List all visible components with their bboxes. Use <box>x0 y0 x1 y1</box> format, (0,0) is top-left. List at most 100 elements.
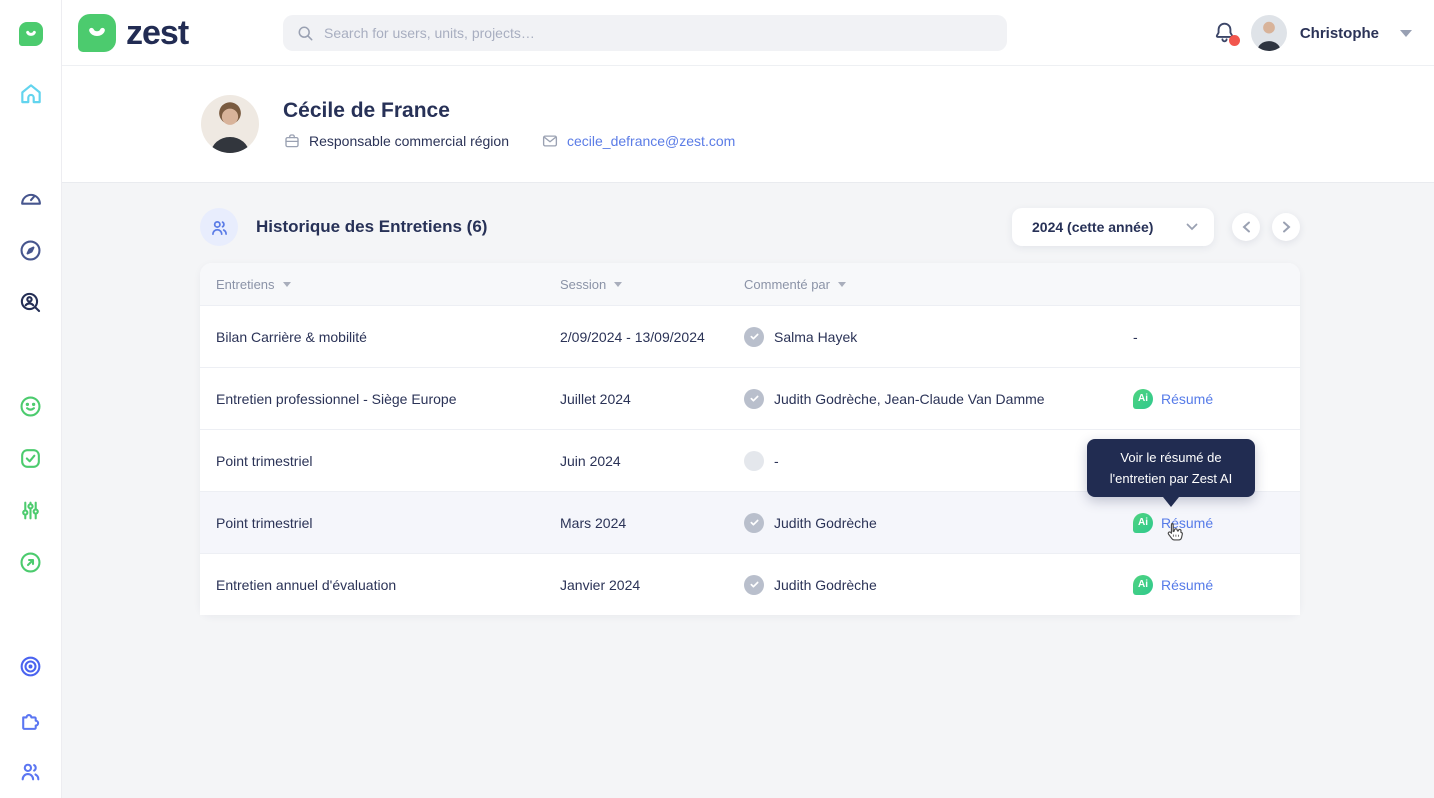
sidebar-rail <box>0 0 62 798</box>
sort-icon <box>837 281 846 287</box>
user-search-icon <box>20 292 41 312</box>
section-title: Historique des Entretiens (6) <box>256 217 488 236</box>
profile-email: cecile_defrance@zest.com <box>541 132 735 150</box>
zest-logo-mark <box>78 14 116 52</box>
column-header-session[interactable]: Session <box>560 277 744 292</box>
cell-entretien: Bilan Carrière & mobilité <box>216 328 367 345</box>
cell-summary: Ai Résumé <box>1125 388 1284 409</box>
profile-header: Cécile de France Responsable commercial … <box>62 66 1434 183</box>
sidebar-item-integrations[interactable] <box>17 705 45 733</box>
profile-role: Responsable commercial région <box>283 132 509 150</box>
user-avatar[interactable] <box>1250 15 1287 51</box>
pagination-prev-button[interactable] <box>1232 213 1260 241</box>
notifications-button[interactable] <box>1212 20 1240 46</box>
column-header-label: Commenté par <box>744 276 830 292</box>
target-icon <box>20 656 41 676</box>
chevron-right-icon <box>1282 221 1290 233</box>
zest-ai-icon: Ai <box>1133 574 1153 595</box>
check-square-icon <box>21 448 40 468</box>
commenter-check-avatar <box>744 388 764 409</box>
sidebar-item-goals[interactable] <box>17 652 45 680</box>
sidebar-item-engagement[interactable] <box>17 392 45 420</box>
table-row[interactable]: Entretien annuel d'évaluation Janvier 20… <box>200 553 1300 615</box>
cell-session: 2/09/2024 - 13/09/2024 <box>560 328 705 345</box>
profile-email-link[interactable]: cecile_defrance@zest.com <box>567 133 735 149</box>
history-section-header: Historique des Entretiens (6) 2024 (cett… <box>200 208 1300 246</box>
table-row[interactable]: Entretien professionnel - Siège Europe J… <box>200 367 1300 429</box>
commenter-empty-avatar <box>744 450 764 471</box>
global-search[interactable] <box>283 15 1007 51</box>
briefcase-icon <box>285 134 299 148</box>
smile-icon <box>89 27 105 36</box>
user-menu[interactable]: Christophe <box>1300 25 1379 42</box>
interviews-table-card: Entretiens Session Commenté par Bilan Ca… <box>200 263 1300 615</box>
sort-icon <box>282 281 291 287</box>
commenter-names: Judith Godrèche <box>774 576 877 593</box>
sidebar-item-dashboard[interactable] <box>17 184 45 212</box>
cell-session: Mars 2024 <box>560 514 627 531</box>
cell-entretien: Point trimestriel <box>216 514 313 531</box>
commenter-check-avatar <box>744 512 764 533</box>
compass-icon <box>20 239 41 261</box>
chevron-down-icon[interactable] <box>1400 29 1412 37</box>
sidebar-item-home[interactable] <box>17 80 45 108</box>
search-input[interactable] <box>324 25 993 41</box>
cell-commented-by: Judith Godrèche <box>744 512 1125 533</box>
check-icon <box>749 395 759 402</box>
tooltip-line1: Voir le résumé de <box>1120 450 1222 465</box>
cell-commented-by: Judith Godrèche, Jean-Claude Van Damme <box>744 388 1125 409</box>
commenter-check-avatar <box>744 326 764 347</box>
cell-commented-by: Judith Godrèche <box>744 574 1125 595</box>
page-title-employee-name: Cécile de France <box>283 99 450 122</box>
column-header-commente-par[interactable]: Commenté par <box>744 277 1125 292</box>
profile-avatar-image <box>201 95 259 153</box>
profile-meta: Responsable commercial région cecile_def… <box>283 132 735 150</box>
year-filter-value: 2024 (cette année) <box>1032 219 1154 235</box>
cell-session: Janvier 2024 <box>560 576 641 593</box>
cell-session: Juillet 2024 <box>560 390 631 407</box>
dashboard-gauge-icon <box>21 193 41 205</box>
profile-avatar <box>201 95 259 153</box>
section-icon-circle <box>200 208 238 246</box>
puzzle-icon <box>22 713 40 730</box>
sidebar-item-admin-users[interactable] <box>17 757 45 785</box>
table-row[interactable]: Bilan Carrière & mobilité 2/09/2024 - 13… <box>200 305 1300 367</box>
users-icon <box>211 220 227 235</box>
sidebar-item-share[interactable] <box>17 548 45 576</box>
sliders-icon <box>22 501 39 519</box>
column-header-label: Entretiens <box>216 276 275 292</box>
year-filter-dropdown[interactable]: 2024 (cette année) <box>1012 208 1214 246</box>
column-header-entretiens[interactable]: Entretiens <box>216 277 560 292</box>
sidebar-item-tasks[interactable] <box>17 444 45 472</box>
zest-logo[interactable]: zest <box>78 14 189 52</box>
zest-ai-icon: Ai <box>1133 512 1153 533</box>
resume-link[interactable]: Résumé <box>1161 577 1213 593</box>
commenter-names: Salma Hayek <box>774 328 858 345</box>
cell-summary: Ai Résumé <box>1125 512 1284 533</box>
user-avatar-image <box>1250 15 1287 51</box>
commenter-names: Judith Godrèche <box>774 514 877 531</box>
zest-mini-logo[interactable] <box>17 20 45 48</box>
sidebar-item-people-search[interactable] <box>17 288 45 316</box>
topbar-right-group: Christophe <box>1212 0 1412 66</box>
resume-link[interactable]: Résumé <box>1161 391 1213 407</box>
cell-entretien: Point trimestriel <box>216 452 313 469</box>
commenter-check-avatar <box>744 574 764 595</box>
table-row[interactable]: Point trimestriel Mars 2024 Judith Godrè… <box>200 491 1300 553</box>
top-bar: zest Christophe <box>62 0 1434 66</box>
sidebar-item-explore[interactable] <box>17 236 45 264</box>
cell-commented-by: - <box>744 450 1125 471</box>
send-arrow-icon <box>20 551 41 573</box>
sidebar-item-surveys[interactable] <box>17 496 45 524</box>
chevron-left-icon <box>1242 221 1250 233</box>
sort-icon <box>614 281 623 287</box>
search-icon <box>298 26 313 40</box>
smiley-icon <box>20 395 41 417</box>
check-icon <box>749 581 759 588</box>
home-icon <box>20 84 41 104</box>
column-header-label: Session <box>560 276 607 292</box>
envelope-icon <box>542 135 558 147</box>
pagination-next-button[interactable] <box>1272 213 1300 241</box>
tooltip-line2: l'entretien par Zest AI <box>1109 471 1233 486</box>
cell-entretien: Entretien professionnel - Siège Europe <box>216 390 457 407</box>
